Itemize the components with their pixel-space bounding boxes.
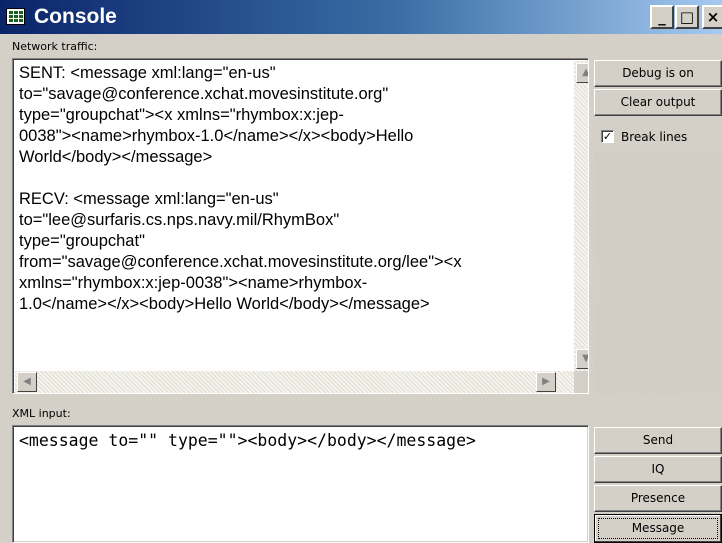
xml-input-text: <message to="" type=""><body></body></me… bbox=[19, 431, 476, 450]
scrollbar-corner bbox=[574, 371, 588, 393]
arrow-up-icon: ▲ bbox=[582, 67, 588, 78]
checkmark-icon: ✓ bbox=[602, 130, 613, 143]
side-panel-background bbox=[594, 152, 722, 394]
arrow-down-icon: ▼ bbox=[582, 353, 588, 364]
clear-output-label: Clear output bbox=[620, 95, 696, 109]
title-bar[interactable]: Console _ □ × bbox=[0, 0, 722, 34]
send-button-label: Send bbox=[642, 433, 674, 447]
horizontal-scrollbar[interactable]: ◀ ▶ bbox=[15, 371, 574, 393]
break-lines-label[interactable]: Break lines bbox=[621, 130, 687, 144]
focus-ring bbox=[598, 518, 718, 539]
send-button[interactable]: Send bbox=[594, 427, 722, 454]
maximize-icon: □ bbox=[679, 8, 695, 26]
iq-button-label: IQ bbox=[651, 462, 665, 476]
network-traffic-text: SENT: <message xml:lang="en-us" to="sava… bbox=[19, 64, 462, 313]
network-traffic-label: Network traffic: bbox=[12, 40, 98, 53]
scroll-up-button[interactable]: ▲ bbox=[576, 63, 588, 83]
arrow-left-icon: ◀ bbox=[23, 376, 31, 387]
presence-button-label: Presence bbox=[630, 491, 686, 505]
window-title: Console bbox=[34, 5, 117, 28]
scroll-left-button[interactable]: ◀ bbox=[17, 372, 37, 392]
scroll-down-button[interactable]: ▼ bbox=[576, 349, 588, 369]
debug-button-label: Debug is on bbox=[622, 66, 694, 80]
minimize-icon: _ bbox=[658, 8, 666, 26]
presence-button[interactable]: Presence bbox=[594, 485, 722, 512]
clear-output-button[interactable]: Clear output bbox=[594, 89, 722, 116]
network-traffic-pane[interactable]: SENT: <message xml:lang="en-us" to="sava… bbox=[12, 58, 589, 394]
debug-toggle-button[interactable]: Debug is on bbox=[594, 60, 722, 87]
maximize-button[interactable]: □ bbox=[675, 5, 699, 29]
scroll-right-button[interactable]: ▶ bbox=[536, 372, 556, 392]
break-lines-checkbox[interactable]: ✓ bbox=[601, 130, 614, 143]
vertical-scrollbar[interactable]: ▲ ▼ bbox=[574, 61, 588, 373]
console-grid-icon bbox=[6, 8, 25, 25]
xml-input-field[interactable]: <message to="" type=""><body></body></me… bbox=[12, 425, 589, 543]
arrow-right-icon: ▶ bbox=[542, 376, 550, 387]
close-icon: × bbox=[706, 8, 720, 26]
iq-button[interactable]: IQ bbox=[594, 456, 722, 483]
close-button[interactable]: × bbox=[702, 5, 722, 29]
minimize-button[interactable]: _ bbox=[650, 5, 674, 29]
xml-input-label: XML input: bbox=[12, 407, 71, 420]
message-button[interactable]: Message bbox=[594, 514, 722, 543]
